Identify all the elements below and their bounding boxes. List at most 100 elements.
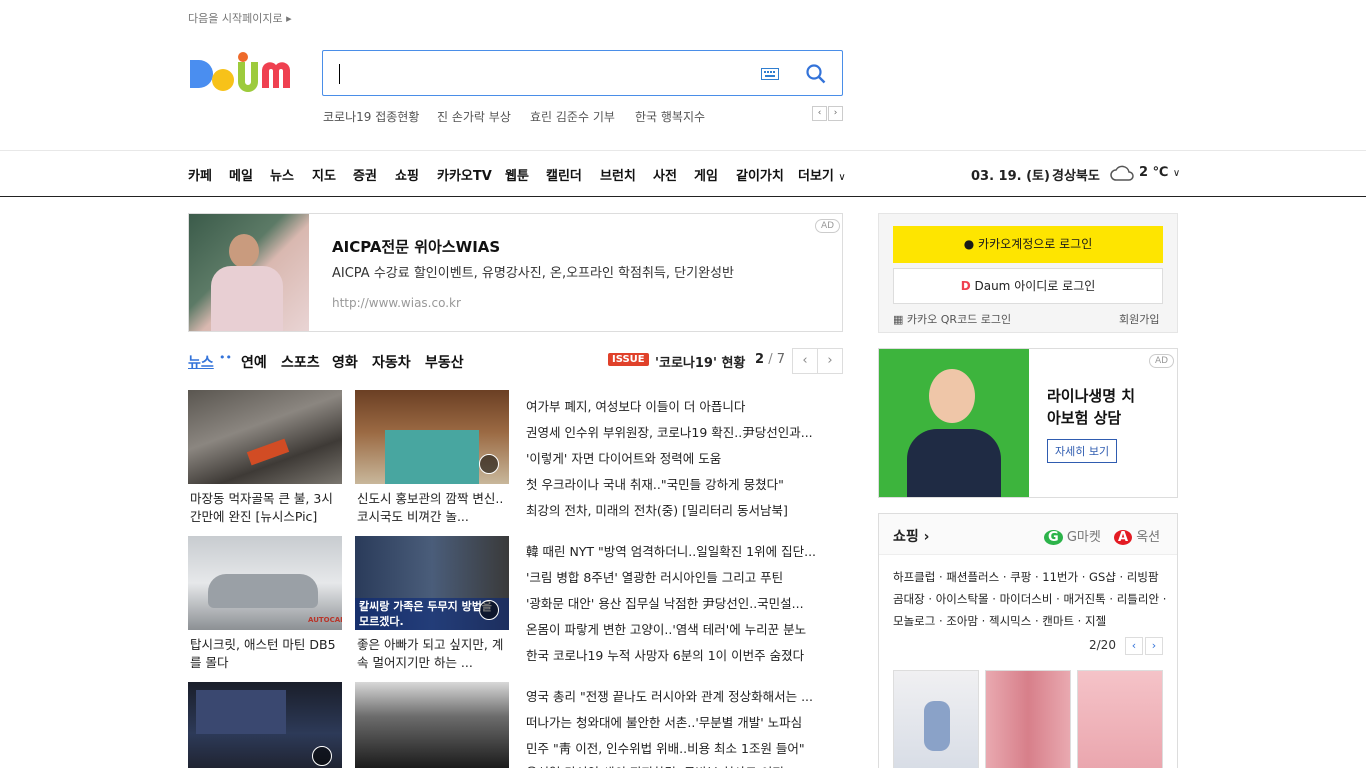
keyboard-icon[interactable]	[761, 68, 779, 80]
nav-cafe[interactable]: 카페	[188, 165, 212, 184]
nav-more[interactable]: 더보기 ∨	[798, 165, 846, 184]
search-icon[interactable]	[805, 63, 827, 85]
news-thumbnail[interactable]	[188, 390, 342, 484]
nav-dictionary[interactable]: 사전	[653, 165, 677, 184]
car-image	[208, 574, 318, 608]
news-caption[interactable]: 탑시크릿, 애스턴 마틴 DB5를 몰다	[190, 636, 344, 672]
ad-url[interactable]: http://www.wias.co.kr	[332, 296, 461, 310]
man-suit	[907, 429, 1001, 497]
tab-news[interactable]: 뉴스	[188, 352, 214, 372]
nav-mail[interactable]: 메일	[229, 165, 253, 184]
news-headline[interactable]: '이렇게' 자면 다이어트와 정력에 도움	[526, 448, 844, 467]
news-headline[interactable]: 최강의 전차, 미래의 전차(중) [밀리터리 동서남북]	[526, 500, 844, 519]
news-headline[interactable]: 韓 때린 NYT "방역 엄격하더니..일일확진 1위에 집단...	[526, 541, 844, 560]
news-thumbnail[interactable]	[188, 682, 342, 768]
tab-realestate[interactable]: 부동산	[425, 352, 464, 372]
kakao-login-button[interactable]: ● 카카오계정으로 로그인	[893, 226, 1163, 263]
daum-d-icon: D	[960, 279, 971, 293]
page-current: 2	[755, 352, 765, 367]
ad-image	[189, 214, 309, 331]
shopping-title[interactable]: 쇼핑 ›	[893, 526, 929, 546]
news-thumbnail[interactable]: 칼씨랑 가족은 두무지 방법을 모르겠다.	[355, 536, 509, 630]
temperature[interactable]: 2 ℃ ∨	[1139, 165, 1180, 180]
ad-badge[interactable]: AD	[1149, 354, 1175, 368]
search-box[interactable]	[322, 50, 843, 96]
speech-bubble-icon: ●	[963, 237, 975, 251]
issue-pagination: 2 / 7	[755, 352, 785, 367]
nav-webtoon[interactable]: 웹툰	[505, 165, 529, 184]
trending-keyword[interactable]: 진 손가락 부상	[437, 108, 511, 125]
nav-stock[interactable]: 증권	[353, 165, 377, 184]
issue-link[interactable]: '코로나19' 현황	[655, 352, 745, 371]
screen-image	[196, 690, 286, 734]
product-image[interactable]	[893, 670, 979, 768]
product-image[interactable]	[1077, 670, 1163, 768]
chevron-right-icon: ›	[923, 529, 930, 545]
tab-car[interactable]: 자동차	[372, 352, 411, 372]
gmarket-icon: G	[1044, 530, 1063, 545]
nav-game[interactable]: 게임	[694, 165, 718, 184]
news-caption[interactable]: 마장동 먹자골목 큰 불, 3시간만에 완진 [뉴시스Pic]	[190, 490, 344, 526]
nav-together[interactable]: 같이가치	[736, 165, 784, 184]
nav-shopping[interactable]: 쇼핑	[395, 165, 419, 184]
nav-map[interactable]: 지도	[312, 165, 336, 184]
tab-sports[interactable]: 스포츠	[281, 352, 320, 372]
news-headline[interactable]: 떠나가는 청와대에 불안한 서촌..'무분별 개발' 노파심	[526, 712, 844, 731]
shop-prev-button[interactable]: ‹	[1125, 637, 1143, 655]
news-headline[interactable]: 윤석열 당선인 새의 진지한결, 국방부 청사로 이전	[526, 762, 844, 768]
ad-image	[879, 349, 1029, 497]
news-headline[interactable]: 첫 우크라이나 국내 취재.."국민들 강하게 뭉쳤다"	[526, 474, 844, 493]
tab-dots-icon: ••	[219, 351, 232, 364]
qr-icon: ▦	[893, 313, 904, 326]
daum-login-button[interactable]: D Daum 아이디로 로그인	[893, 268, 1163, 304]
news-caption[interactable]: 신도시 홍보관의 깜짝 변신..코시국도 비껴간 놀...	[357, 490, 511, 526]
news-thumbnail[interactable]: AUTOCAR	[188, 536, 342, 630]
trending-keyword[interactable]: 효린 김준수 기부	[530, 108, 615, 125]
signup-link[interactable]: 회원가입	[1119, 311, 1159, 327]
prev-button[interactable]: ‹	[792, 348, 818, 374]
divider	[0, 150, 1366, 151]
showroom-image	[385, 430, 479, 484]
trend-next-button[interactable]: ›	[828, 106, 843, 121]
news-headline[interactable]: '광화문 대안' 용산 집무실 낙점한 尹당선인..국민설...	[526, 593, 844, 612]
tab-entertainment[interactable]: 연예	[241, 352, 267, 372]
next-button[interactable]: ›	[817, 348, 843, 374]
nav-news[interactable]: 뉴스	[270, 165, 294, 184]
ad-badge[interactable]: AD	[815, 219, 841, 233]
trend-prev-button[interactable]: ‹	[812, 106, 827, 121]
shop-next-button[interactable]: ›	[1145, 637, 1163, 655]
news-headline[interactable]: 여가부 폐지, 여성보다 이들이 더 아픕니다	[526, 396, 844, 415]
qr-login-link[interactable]: ▦ 카카오 QR코드 로그인	[893, 311, 1011, 327]
news-headline[interactable]: 온몸이 파랗게 변한 고양이..'염색 테러'에 누리꾼 분노	[526, 619, 844, 638]
news-headline[interactable]: 민주 "靑 이전, 인수위법 위배..비용 최소 1조원 들어"	[526, 738, 844, 757]
gmarket-link[interactable]: G G마켓	[1044, 526, 1101, 545]
ad-detail-button[interactable]: 자세히 보기	[1047, 439, 1118, 463]
ad-title[interactable]: 라이나생명 치 아보험 상담	[1047, 385, 1135, 429]
start-page-link[interactable]: 다음을 시작페이지로 ▸	[188, 10, 292, 26]
news-headline[interactable]: 권영세 인수위 부위원장, 코로나19 확진..尹당선인과...	[526, 422, 844, 441]
side-ad[interactable]: 라이나생명 치 아보험 상담 자세히 보기 AD	[878, 348, 1178, 498]
nav-kakaotv[interactable]: 카카오TV	[437, 165, 492, 184]
news-thumbnail[interactable]	[355, 682, 509, 768]
tab-movie[interactable]: 영화	[332, 352, 358, 372]
weather-region[interactable]: 경상북도	[1052, 165, 1100, 184]
ad-description: AICPA 수강료 할인이벤트, 유명강사진, 온,오프라인 학점취득, 단기완…	[332, 266, 734, 281]
page-separator: /	[768, 352, 773, 367]
banner-ad[interactable]: AICPA전문 위아스WIAS AICPA 수강료 할인이벤트, 유명강사진, …	[188, 213, 843, 332]
news-headline[interactable]: 영국 총리 "전쟁 끝나도 러시아와 관계 정상화해서는 ...	[526, 686, 844, 705]
trending-keyword[interactable]: 코로나19 접종현황	[323, 108, 419, 125]
news-headline[interactable]: 한국 코로나19 누적 사망자 6분의 1이 이번주 숨졌다	[526, 645, 844, 664]
product-image[interactable]	[985, 670, 1071, 768]
trending-keyword[interactable]: 한국 행복지수	[635, 108, 705, 125]
shopping-links[interactable]: 하프클럽 · 패션플러스 · 쿠팡 · 11번가 · GS샵 · 리빙팜곰대장 …	[893, 566, 1167, 632]
shopping-box: 쇼핑 › G G마켓 A 옥션 하프클럽 · 패션플러스 · 쿠팡 · 11번가…	[878, 513, 1178, 768]
nav-brunch[interactable]: 브런치	[600, 165, 636, 184]
news-headline[interactable]: '크림 병합 8주년' 열광한 러시아인들 그리고 푸틴	[526, 567, 844, 586]
daum-logo[interactable]	[188, 50, 304, 98]
auction-link[interactable]: A 옥션	[1114, 526, 1160, 545]
news-caption[interactable]: 좋은 아빠가 되고 싶지만, 계속 멀어지기만 하는 ...	[357, 636, 511, 672]
shopping-page-indicator: 2/20	[1089, 638, 1116, 652]
news-thumbnail[interactable]	[355, 390, 509, 484]
nav-calendar[interactable]: 캘린더	[546, 165, 582, 184]
ad-title[interactable]: AICPA전문 위아스WIAS	[332, 236, 500, 257]
